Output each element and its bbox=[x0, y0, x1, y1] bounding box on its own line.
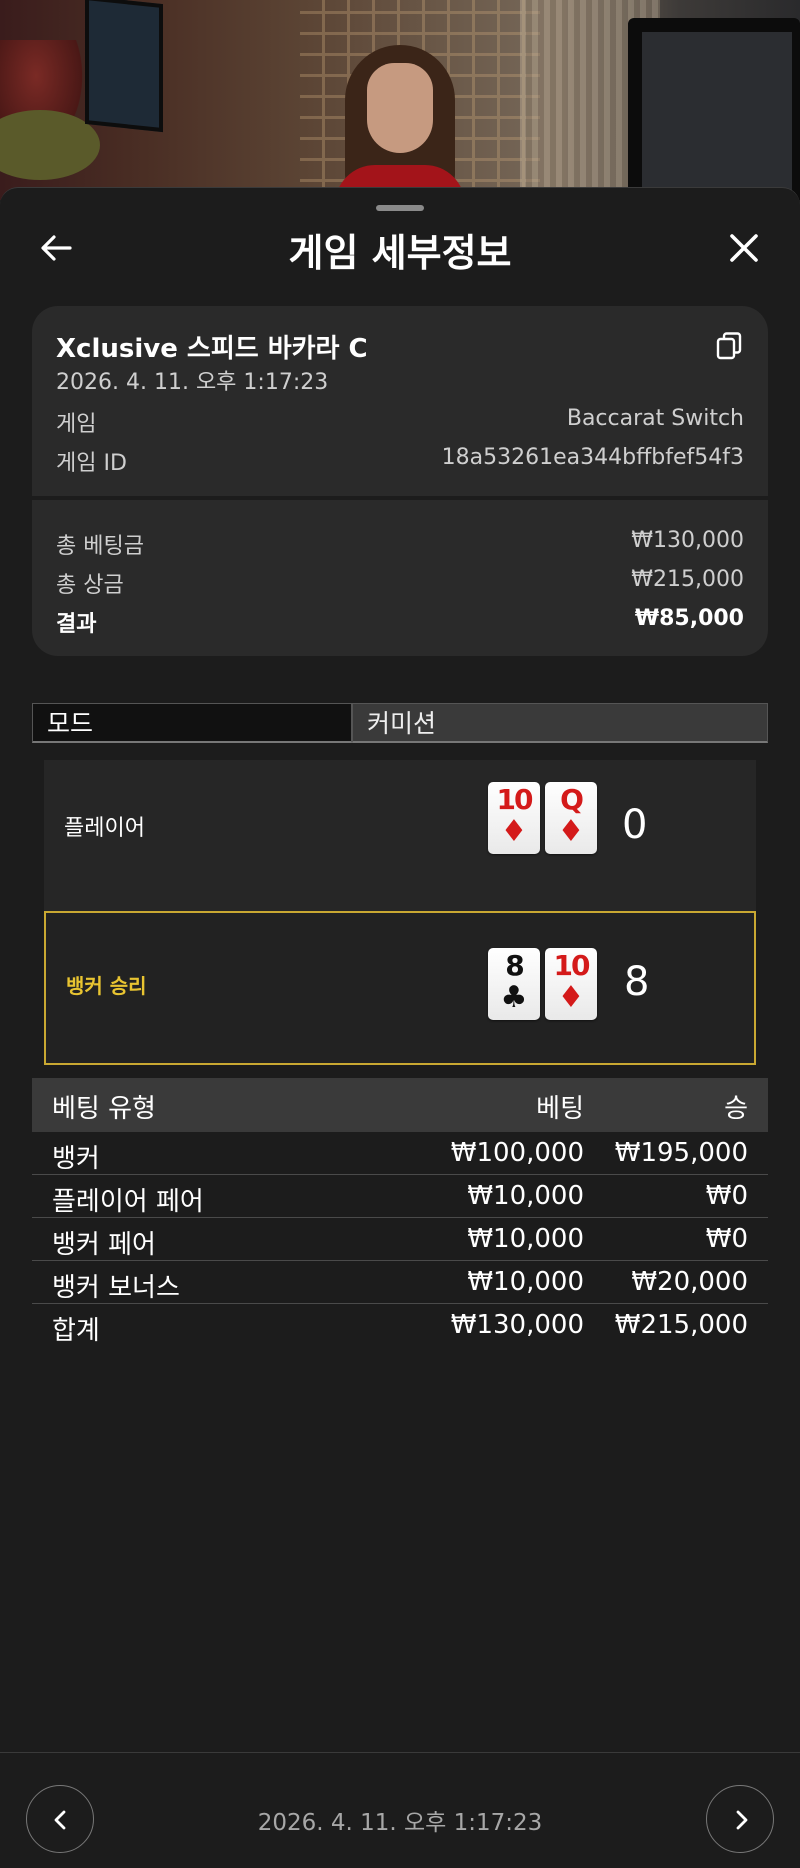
playing-card: 10 ♦ bbox=[488, 782, 540, 854]
bet-type: 뱅커 페어 bbox=[52, 1230, 156, 1260]
game-type-value: Baccarat Switch bbox=[566, 406, 744, 431]
footer-timestamp: 2026. 4. 11. 오후 1:17:23 bbox=[257, 1810, 543, 1836]
footer-divider bbox=[0, 1752, 800, 1753]
live-video-background bbox=[0, 0, 800, 200]
mode-tabs: 모드 커미션 bbox=[32, 703, 768, 747]
total-win-row: 총 상금 ₩215,000 bbox=[56, 567, 744, 598]
game-type-label: 게임 bbox=[56, 412, 97, 437]
player-score: 0 bbox=[622, 802, 648, 848]
table-header: 베팅 유형 베팅 승 bbox=[32, 1078, 768, 1132]
bet-table: 베팅 유형 베팅 승 뱅커 ₩100,000 ₩195,000 플레이어 페어 … bbox=[32, 1078, 768, 1346]
win-amount: ₩20,000 bbox=[631, 1267, 748, 1297]
diamond-suit-icon: ♦ bbox=[557, 814, 585, 849]
banker-hand: 뱅커 승리 8 ♣ 10 ♦ 8 bbox=[44, 911, 756, 1065]
table-row: 뱅커 ₩100,000 ₩195,000 bbox=[32, 1132, 768, 1175]
playing-card: 8 ♣ bbox=[488, 948, 540, 1020]
card-rank: 10 bbox=[496, 783, 534, 816]
table-row: 뱅커 보너스 ₩10,000 ₩20,000 bbox=[32, 1261, 768, 1304]
copy-icon bbox=[716, 332, 742, 360]
background-monitor-right bbox=[628, 18, 800, 200]
table-row: 뱅커 페어 ₩10,000 ₩0 bbox=[32, 1218, 768, 1261]
close-button[interactable] bbox=[724, 228, 764, 268]
game-id-row: 게임 ID 18a53261ea344bffbfef54f3 bbox=[56, 445, 744, 476]
playing-card: Q ♦ bbox=[545, 782, 597, 854]
dealer bbox=[335, 45, 465, 200]
bet-amount: ₩10,000 bbox=[467, 1224, 584, 1254]
next-game-button[interactable] bbox=[706, 1785, 774, 1853]
header-bet: 베팅 bbox=[536, 1094, 584, 1124]
bet-type: 뱅커 보너스 bbox=[52, 1273, 180, 1303]
result-value: ₩85,000 bbox=[634, 606, 744, 631]
total-win-amount: ₩215,000 bbox=[614, 1310, 748, 1340]
total-label: 합계 bbox=[52, 1316, 100, 1346]
game-id-label: 게임 ID bbox=[56, 451, 127, 476]
banker-score: 8 bbox=[624, 959, 650, 1005]
copy-button[interactable] bbox=[714, 330, 744, 362]
tab-commission[interactable]: 커미션 bbox=[352, 703, 768, 743]
total-bet-row: 총 베팅금 ₩130,000 bbox=[56, 528, 744, 559]
game-summary-card: Xclusive 스피드 바카라 C 2026. 4. 11. 오후 1:17:… bbox=[32, 306, 768, 656]
win-amount: ₩195,000 bbox=[614, 1138, 748, 1168]
game-id-value[interactable]: 18a53261ea344bffbfef54f3 bbox=[442, 445, 744, 470]
game-details-sheet: 게임 세부정보 Xclusive 스피드 바카라 C 2026. 4. 11. … bbox=[0, 187, 800, 1868]
card-rank: 8 bbox=[505, 949, 524, 982]
player-hand: 플레이어 10 ♦ Q ♦ 0 bbox=[44, 760, 756, 914]
club-suit-icon: ♣ bbox=[500, 980, 528, 1015]
chevron-right-icon bbox=[736, 1810, 748, 1830]
card-rank: Q bbox=[560, 783, 584, 816]
total-bet-label: 총 베팅금 bbox=[56, 534, 144, 559]
drag-handle[interactable] bbox=[376, 205, 424, 211]
bet-amount: ₩10,000 bbox=[467, 1181, 584, 1211]
page-title: 게임 세부정보 bbox=[288, 231, 512, 275]
total-bet-value: ₩130,000 bbox=[631, 528, 744, 553]
bet-amount: ₩100,000 bbox=[450, 1138, 584, 1168]
playing-card: 10 ♦ bbox=[545, 948, 597, 1020]
game-name: Xclusive 스피드 바카라 C bbox=[56, 334, 368, 364]
diamond-suit-icon: ♦ bbox=[500, 814, 528, 849]
bet-amount: ₩10,000 bbox=[467, 1267, 584, 1297]
total-win-value: ₩215,000 bbox=[631, 567, 744, 592]
result-label: 결과 bbox=[56, 612, 97, 637]
table-row: 플레이어 페어 ₩10,000 ₩0 bbox=[32, 1175, 768, 1218]
win-amount: ₩0 bbox=[705, 1224, 748, 1254]
tab-mode[interactable]: 모드 bbox=[32, 703, 352, 743]
result-row: 결과 ₩85,000 bbox=[56, 606, 744, 637]
close-icon bbox=[730, 234, 758, 262]
banker-label: 뱅커 승리 bbox=[66, 974, 147, 998]
player-label: 플레이어 bbox=[64, 816, 145, 841]
bet-type: 뱅커 bbox=[52, 1144, 100, 1174]
bet-type: 플레이어 페어 bbox=[52, 1187, 204, 1217]
card-rank: 10 bbox=[553, 949, 591, 982]
win-amount: ₩0 bbox=[705, 1181, 748, 1211]
total-win-label: 총 상금 bbox=[56, 573, 124, 598]
diamond-suit-icon: ♦ bbox=[557, 980, 585, 1015]
game-type-row: 게임 Baccarat Switch bbox=[56, 406, 744, 437]
header-bet-type: 베팅 유형 bbox=[52, 1094, 156, 1124]
game-time: 2026. 4. 11. 오후 1:17:23 bbox=[56, 370, 329, 395]
background-monitor-left bbox=[85, 0, 163, 133]
table-total-row: 합계 ₩130,000 ₩215,000 bbox=[32, 1304, 768, 1346]
header-win: 승 bbox=[724, 1094, 748, 1124]
card-divider bbox=[32, 496, 768, 500]
total-bet-amount: ₩130,000 bbox=[450, 1310, 584, 1340]
